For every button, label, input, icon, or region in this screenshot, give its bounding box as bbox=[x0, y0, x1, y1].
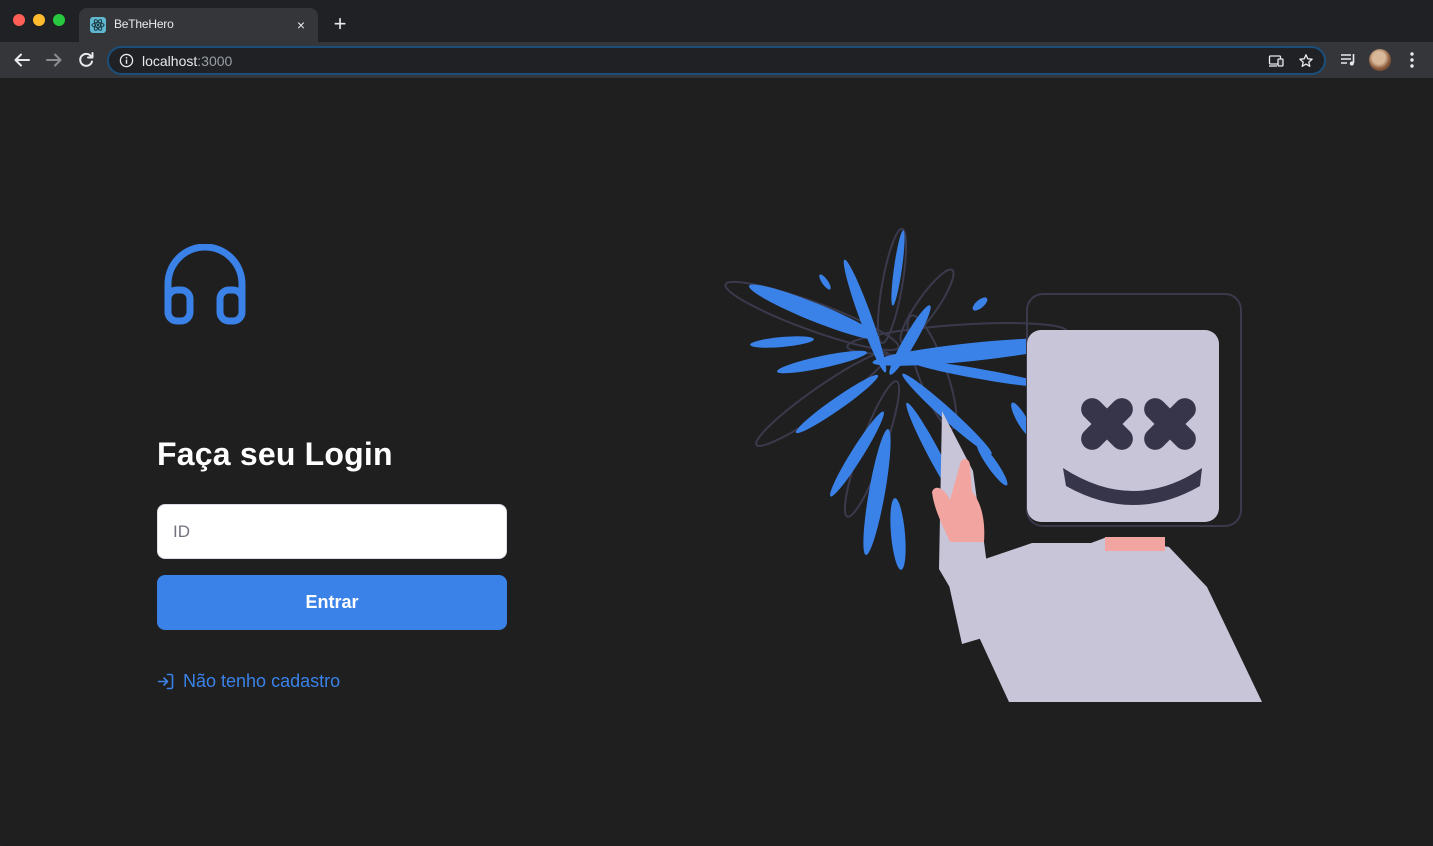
page-viewport: Faça seu Login Entrar Não tenho cadastro bbox=[0, 78, 1433, 846]
url-host: localhost bbox=[142, 53, 198, 69]
bookmark-star-icon[interactable] bbox=[1298, 53, 1314, 69]
forward-arrow-icon[interactable] bbox=[43, 49, 65, 71]
window-maximize-button[interactable] bbox=[53, 14, 65, 26]
headphones-icon bbox=[164, 244, 246, 325]
tab-title: BeTheHero bbox=[114, 17, 174, 31]
login-button[interactable]: Entrar bbox=[157, 575, 507, 630]
window-minimize-button[interactable] bbox=[33, 14, 45, 26]
back-arrow-icon[interactable] bbox=[11, 49, 33, 71]
hero-illustration bbox=[724, 227, 1262, 702]
browser-toolbar: localhost:3000 bbox=[0, 42, 1433, 78]
window-close-button[interactable] bbox=[13, 14, 25, 26]
browser-window: BeTheHero × + localhost:3000 Faça seu Lo… bbox=[0, 0, 1433, 846]
react-icon bbox=[90, 17, 106, 33]
install-app-icon[interactable] bbox=[1268, 53, 1284, 69]
address-bar[interactable]: localhost:3000 bbox=[107, 46, 1326, 75]
log-in-icon bbox=[157, 673, 174, 689]
media-control-icon[interactable] bbox=[1339, 51, 1357, 69]
register-link-label: Não tenho cadastro bbox=[183, 670, 341, 691]
tab-close-icon[interactable]: × bbox=[292, 16, 310, 34]
new-tab-button[interactable]: + bbox=[330, 13, 350, 35]
tab-strip: BeTheHero × + bbox=[0, 0, 1433, 42]
more-menu-icon[interactable] bbox=[1403, 50, 1421, 70]
page-title: Faça seu Login bbox=[157, 436, 393, 472]
register-link[interactable]: Não tenho cadastro bbox=[157, 670, 340, 692]
tab-bethehero[interactable]: BeTheHero × bbox=[79, 8, 318, 42]
url-text[interactable]: localhost:3000 bbox=[142, 53, 232, 69]
id-input[interactable] bbox=[157, 504, 507, 559]
info-icon[interactable] bbox=[119, 53, 134, 68]
profile-avatar[interactable] bbox=[1369, 49, 1391, 71]
url-port: :3000 bbox=[197, 53, 233, 69]
reload-icon[interactable] bbox=[75, 49, 97, 71]
